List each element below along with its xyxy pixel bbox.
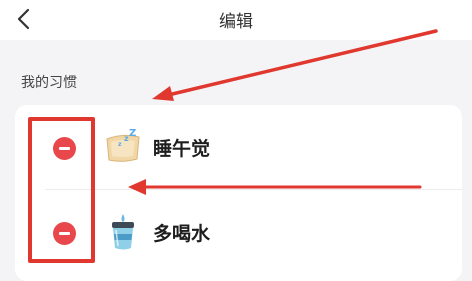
annotation-arrow	[162, 29, 438, 98]
section-label: 我的习惯	[21, 75, 77, 91]
page-title: 编辑	[219, 12, 253, 32]
pillow-icon: z Z z	[106, 128, 140, 162]
svg-text:Z: Z	[129, 128, 136, 139]
top-bar: 编辑	[0, 0, 472, 40]
water-cup-icon	[112, 214, 134, 250]
annotation-highlight-box	[28, 117, 95, 263]
habit-name: 多喝水	[153, 223, 211, 245]
annotation-arrow-head	[152, 86, 174, 101]
svg-text:z: z	[118, 141, 122, 148]
habit-name: 睡午觉	[153, 138, 211, 160]
